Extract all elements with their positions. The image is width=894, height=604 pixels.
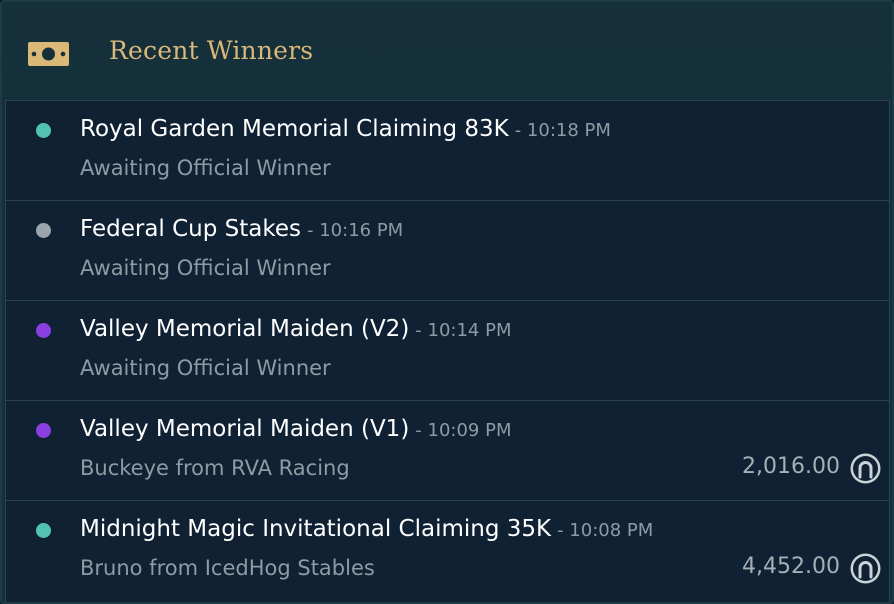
status-dot [36,423,51,438]
race-name: Federal Cup Stakes [80,216,302,242]
list-item[interactable]: Federal Cup Stakes - 10:16 PM Awaiting Of… [5,200,890,300]
winner-status: Awaiting Official Winner [80,156,331,180]
race-time: - 10:18 PM [514,120,611,141]
recent-winners-panel: Recent Winners Royal Garden Memorial Cla… [0,0,894,604]
list-item[interactable]: Valley Memorial Maiden (V1) - 10:09 PM Bu… [5,400,890,500]
race-name: Royal Garden Memorial Claiming 83K [80,116,509,142]
money-icon [28,42,69,66]
list-item[interactable]: Valley Memorial Maiden (V2) - 10:14 PM Aw… [5,300,890,400]
status-dot [36,123,51,138]
winners-list: Royal Garden Memorial Claiming 83K - 10:1… [5,100,890,602]
payout-amount: 2,016.00 [742,454,840,479]
winner-status: Buckeye from RVA Racing [80,456,350,480]
race-time: - 10:09 PM [415,420,512,441]
list-item[interactable]: Midnight Magic Invitational Claiming 35K… [5,500,890,602]
winner-status: Bruno from IcedHog Stables [80,556,375,580]
race-name: Valley Memorial Maiden (V2) [80,316,410,342]
list-item[interactable]: Royal Garden Memorial Claiming 83K - 10:1… [5,100,890,200]
race-time: - 10:16 PM [307,220,404,241]
race-name: Valley Memorial Maiden (V1) [80,416,410,442]
panel-title: Recent Winners [109,36,314,65]
payout-amount: 4,452.00 [742,554,840,579]
panel-header: Recent Winners [2,2,892,100]
race-name: Midnight Magic Invitational Claiming 35K [80,516,552,542]
winner-status: Awaiting Official Winner [80,256,331,280]
race-time: - 10:14 PM [415,320,512,341]
status-dot [36,523,51,538]
status-dot [36,223,51,238]
horseshoe-icon [850,553,881,584]
winner-status: Awaiting Official Winner [80,356,331,380]
horseshoe-icon [850,453,881,484]
status-dot [36,323,51,338]
race-time: - 10:08 PM [557,520,654,541]
